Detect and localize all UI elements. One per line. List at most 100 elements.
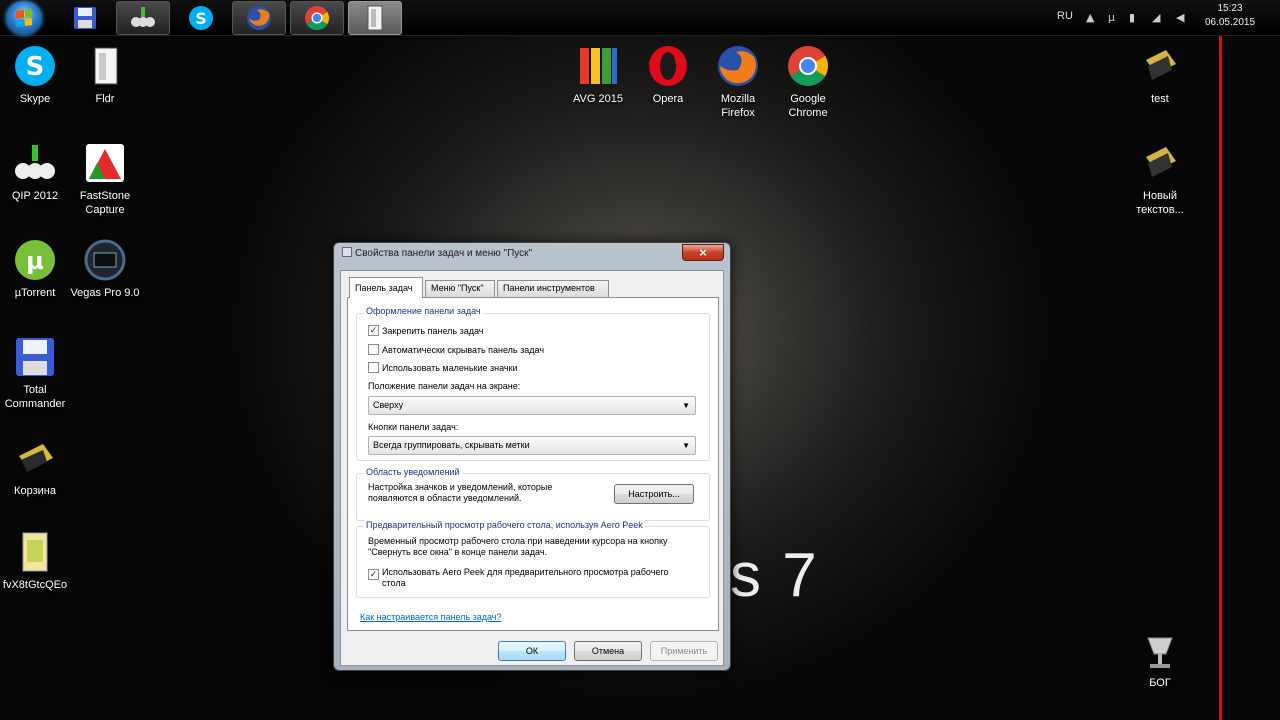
desktop-icon-label: QIP 2012	[11, 190, 59, 202]
aero-peek-checkbox[interactable]: ✓ Использовать Aero Peek для предваритель…	[368, 567, 688, 589]
winrar-file-icon	[1138, 44, 1182, 88]
close-button[interactable]: ×	[682, 244, 724, 261]
dialog-client: Панель задач Меню "Пуск" Панели инструме…	[340, 270, 724, 666]
customize-button[interactable]: Настроить...	[614, 484, 694, 504]
desktop-icon-bog[interactable]: БОГ	[1125, 628, 1195, 690]
chrome-icon	[786, 44, 830, 88]
checkbox-box: ✓	[368, 569, 379, 580]
taskbar-qip-button[interactable]	[116, 1, 170, 35]
desktop-icon-faststone[interactable]: FastStone Capture	[70, 141, 140, 217]
desktop-icon-label: Fldr	[95, 93, 115, 105]
desktop-icon-test[interactable]: test	[1125, 44, 1195, 106]
ok-button[interactable]: ОК	[498, 641, 566, 661]
bog-icon	[1138, 628, 1182, 672]
qip-icon	[13, 141, 57, 185]
svg-text:µ: µ	[26, 247, 44, 275]
taskbar-buttons-select-value: Всегда группировать, скрывать метки	[373, 440, 530, 450]
desktop-icon-label: test	[1151, 93, 1169, 105]
skype-icon: S	[13, 44, 57, 88]
svg-text:S: S	[26, 52, 45, 82]
autohide-checkbox[interactable]: Автоматически скрывать панель задач	[368, 344, 544, 355]
firefox-icon	[716, 44, 760, 88]
desktop-icon-label: FastStone Capture	[79, 190, 131, 216]
notification-description: Настройка значков и уведомлений, которые…	[368, 482, 553, 503]
desktop-icon-label: Google Chrome	[788, 93, 828, 119]
dialog-title: Свойства панели задач и меню "Пуск"	[342, 247, 532, 259]
fldr-icon	[83, 44, 127, 88]
checkbox-label: Использовать Aero Peek для предварительн…	[382, 567, 669, 588]
taskbar: S RU ▲ µ ▮ ◢ ◀ 15:23 06.05.2015	[0, 0, 1280, 36]
dropdown-arrow-icon: ▼	[682, 401, 690, 410]
tab-taskbar[interactable]: Панель задач	[349, 277, 423, 298]
lock-taskbar-checkbox[interactable]: ✓ Закрепить панель задач	[368, 325, 483, 336]
help-link[interactable]: Как настраивается панель задач?	[360, 612, 502, 622]
desktop-icon-label: Total Commander	[4, 384, 66, 410]
desktop-icon-chrome[interactable]: Google Chrome	[773, 44, 843, 120]
start-button[interactable]	[6, 1, 42, 35]
tab-panel: Оформление панели задач ✓ Закрепить панел…	[347, 297, 719, 631]
group-aero-peek-title: Предварительный просмотр рабочего стола,…	[364, 520, 645, 530]
firefox-icon	[247, 6, 271, 30]
desktop-icon-vegas[interactable]: Vegas Pro 9.0	[70, 238, 140, 300]
winrar-file-icon	[1138, 141, 1182, 185]
desktop-icon-label: Корзина	[14, 485, 56, 497]
desktop-icon-label: µTorrent	[14, 287, 56, 299]
clock[interactable]: 15:23 06.05.2015	[1200, 2, 1260, 30]
taskbar-buttons-select[interactable]: Всегда группировать, скрывать метки ▼	[368, 436, 696, 455]
image-file-icon	[13, 530, 57, 574]
desktop-icon-firefox[interactable]: Mozilla Firefox	[703, 44, 773, 120]
taskbar-chrome-button[interactable]	[290, 1, 344, 35]
checkbox-box	[368, 362, 379, 373]
windows-logo-icon	[16, 9, 32, 27]
tray-arrow-icon[interactable]: ▲	[1086, 11, 1094, 24]
clock-date: 06.05.2015	[1204, 17, 1256, 28]
apply-button[interactable]: Применить	[650, 641, 718, 661]
chrome-icon	[305, 6, 330, 31]
desktop-icon-skype[interactable]: S Skype	[0, 44, 70, 106]
desktop-icon-label: Opera	[652, 93, 684, 105]
checkbox-label: Закрепить панель задач	[382, 325, 484, 336]
faststone-icon	[83, 141, 127, 185]
tray-power-icon[interactable]: ▮	[1129, 11, 1135, 24]
desktop-icon-label: AVG 2015	[573, 93, 623, 105]
tray-utorrent-icon[interactable]: µ	[1108, 11, 1115, 24]
checkbox-label: Автоматически скрывать панель задач	[382, 344, 545, 355]
small-icons-checkbox[interactable]: Использовать маленькие значки	[368, 362, 518, 373]
checkbox-box: ✓	[368, 325, 379, 336]
desktop-icon-total-commander[interactable]: Total Commander	[0, 335, 70, 411]
taskbar-buttons-label: Кнопки панели задач:	[368, 422, 459, 432]
fldr-icon	[367, 5, 383, 31]
desktop-icon-opera[interactable]: Opera	[633, 44, 703, 106]
floppy-icon	[74, 7, 96, 29]
desktop-icon-fldr[interactable]: Fldr	[70, 44, 140, 106]
desktop-icon-label: Новый текстов...	[1136, 190, 1184, 216]
group-appearance-title: Оформление панели задач	[364, 306, 483, 316]
qip-icon	[131, 7, 155, 27]
language-indicator[interactable]: RU	[1057, 10, 1073, 22]
desktop-icon-avg[interactable]: AVG 2015	[563, 44, 633, 106]
cancel-button[interactable]: Отмена	[574, 641, 642, 661]
desktop-icon-recycle-bin[interactable]: Корзина	[0, 436, 70, 498]
desktop-icon-label: Skype	[19, 93, 51, 105]
desktop-icon-label: Mozilla Firefox	[720, 93, 756, 119]
dropdown-arrow-icon: ▼	[682, 441, 690, 450]
taskbar-fldr-button[interactable]	[348, 1, 402, 35]
position-select[interactable]: Сверху ▼	[368, 396, 696, 415]
taskbar-total-commander-button[interactable]	[58, 1, 112, 35]
taskbar-skype-button[interactable]: S	[174, 1, 228, 35]
avg-icon	[576, 44, 620, 88]
svg-text:S: S	[195, 9, 207, 28]
taskbar-firefox-button[interactable]	[232, 1, 286, 35]
desktop-icon-utorrent[interactable]: µ µTorrent	[0, 238, 70, 300]
tray-volume-icon[interactable]: ◀	[1176, 11, 1184, 24]
clock-time: 15:23	[1217, 3, 1243, 14]
tab-toolbars[interactable]: Панели инструментов	[497, 280, 609, 297]
red-vertical-line	[1219, 36, 1222, 720]
aero-peek-description: Временный просмотр рабочего стола при на…	[368, 536, 668, 557]
desktop-icon-new-text[interactable]: Новый текстов...	[1125, 141, 1195, 217]
desktop-icon-fvx[interactable]: fvX8tGtcQEo	[0, 530, 70, 592]
tab-start-menu[interactable]: Меню "Пуск"	[425, 280, 495, 297]
desktop-icon-qip[interactable]: QIP 2012	[0, 141, 70, 203]
opera-icon	[646, 44, 690, 88]
tray-network-icon[interactable]: ◢	[1152, 11, 1160, 24]
